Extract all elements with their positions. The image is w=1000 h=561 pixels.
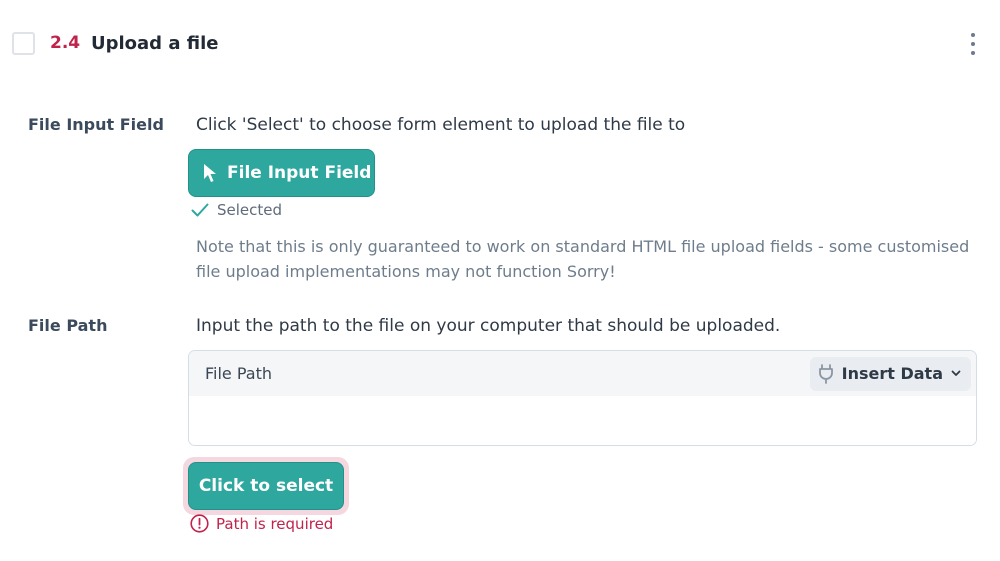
chevron-down-icon [951,370,961,376]
file-input-field-select-button[interactable]: File Input Field [188,149,375,197]
error-circle-icon [190,514,209,533]
insert-data-button[interactable]: Insert Data [809,356,971,391]
path-error: Path is required [190,514,333,533]
path-error-text: Path is required [216,514,334,533]
file-path-field-label: File Path [205,364,273,383]
cursor-arrow-icon [204,164,216,182]
insert-data-label: Insert Data [841,364,943,383]
file-path-input[interactable] [189,396,976,445]
kebab-menu-icon[interactable] [961,31,985,57]
plug-icon [818,363,833,384]
file-path-field: File Path Insert Data [188,350,977,446]
selected-status-text: Selected [217,201,283,219]
file-path-instruction: Input the path to the file on your compu… [196,316,781,336]
file-input-field-label: File Input Field [28,115,164,134]
upload-file-step: 2.4 Upload a file File Input Field Click… [0,0,1000,561]
check-icon [191,203,209,217]
file-input-field-button-label: File Input Field [227,163,372,183]
selected-status: Selected [191,201,282,219]
step-title: Upload a file [91,33,219,54]
file-path-label: File Path [28,316,108,335]
file-path-field-header: File Path Insert Data [189,351,976,396]
file-input-field-instruction: Click 'Select' to choose form element to… [196,115,686,135]
step-checkbox[interactable] [12,32,35,55]
click-to-select-focus-ring: Click to select [183,457,349,515]
file-input-note: Note that this is only guaranteed to wor… [196,237,970,281]
click-to-select-button[interactable]: Click to select [188,462,344,510]
step-number: 2.4 [50,33,81,53]
